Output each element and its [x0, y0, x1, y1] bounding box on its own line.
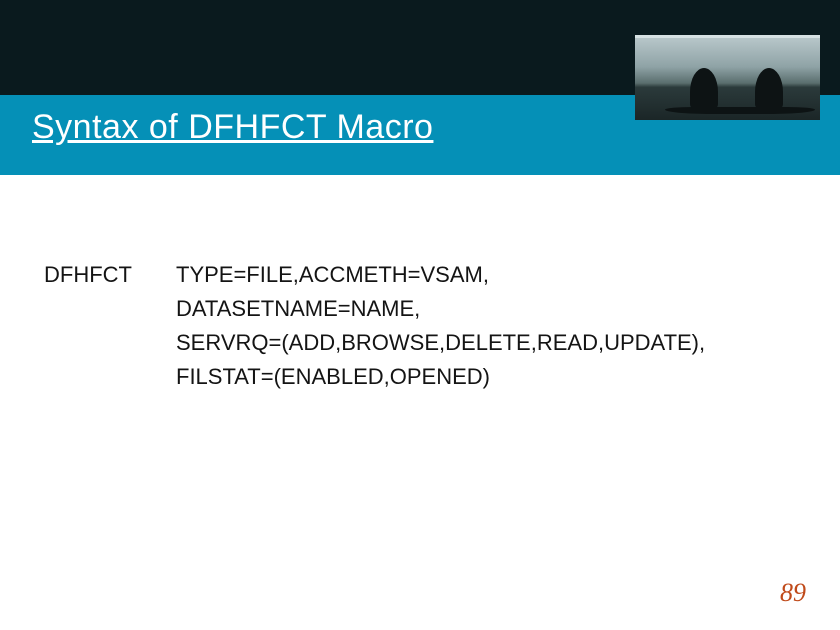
macro-line-2: DATASETNAME=NAME, — [44, 292, 800, 326]
header-photo — [635, 35, 820, 120]
rower-silhouette-icon — [690, 68, 718, 108]
macro-line-3: SERVRQ=(ADD,BROWSE,DELETE,READ,UPDATE), — [44, 326, 800, 360]
rower-silhouette-icon — [755, 68, 783, 108]
macro-syntax-block: DFHFCTTYPE=FILE,ACCMETH=VSAM, DATASETNAM… — [44, 258, 800, 394]
page-number: 89 — [780, 578, 806, 608]
macro-text: TYPE=FILE,ACCMETH=VSAM, — [176, 262, 489, 287]
macro-label: DFHFCT — [44, 258, 176, 292]
macro-line-1: DFHFCTTYPE=FILE,ACCMETH=VSAM, — [44, 258, 800, 292]
macro-line-4: FILSTAT=(ENABLED,OPENED) — [44, 360, 800, 394]
slide-title: Syntax of DFHFCT Macro — [32, 108, 433, 147]
slide-header: Syntax of DFHFCT Macro — [0, 0, 840, 175]
boat-silhouette-icon — [665, 107, 815, 114]
